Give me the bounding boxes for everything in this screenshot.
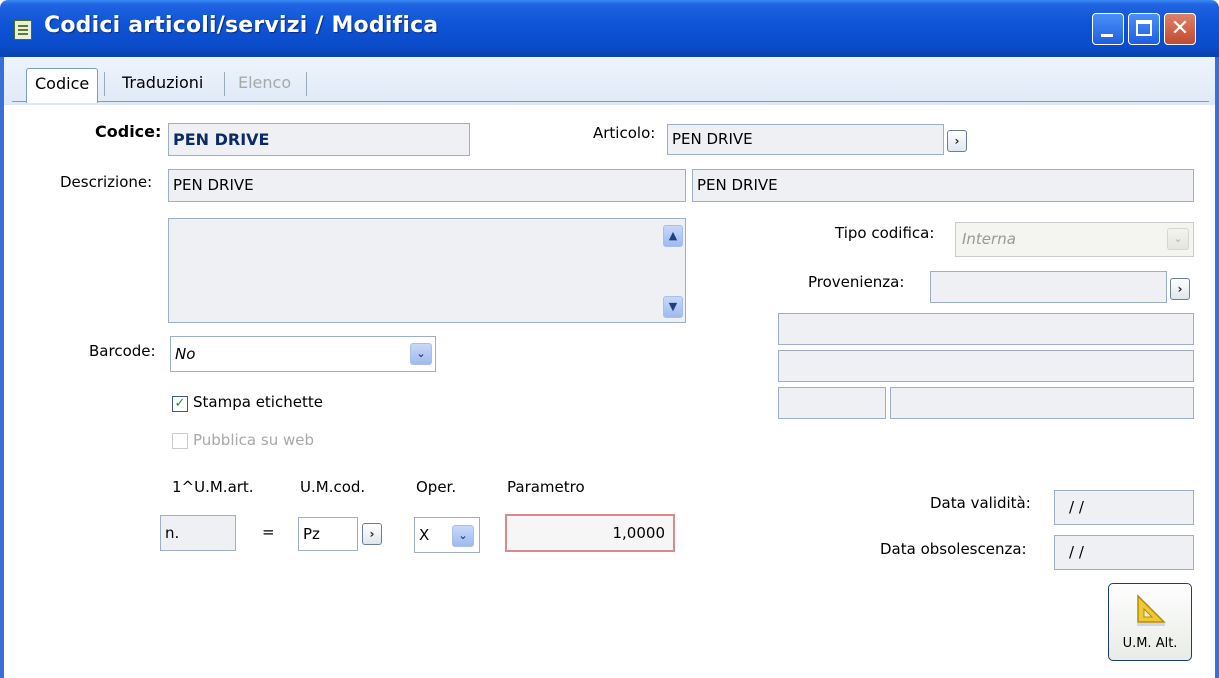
window-title: Codici articoli/servizi / Modifica	[44, 13, 439, 38]
minimize-button[interactable]	[1092, 13, 1124, 45]
maximize-button[interactable]	[1128, 13, 1160, 45]
stampa-etichette-checkbox[interactable]: ✓	[172, 396, 188, 412]
codice-label: Codice:	[95, 122, 162, 141]
descrizione-field[interactable]: PEN DRIVE	[168, 169, 686, 202]
pubblica-web-checkbox[interactable]	[172, 433, 188, 449]
barcode-dropdown-icon[interactable]: ⌄	[410, 343, 432, 365]
scroll-up-button[interactable]: ▲	[663, 225, 683, 247]
provenienza-field[interactable]	[930, 271, 1167, 303]
chevron-down-icon: ▼	[668, 300, 678, 313]
um-alt-button[interactable]: U.M. Alt.	[1108, 583, 1192, 661]
um-art-field: n.	[160, 515, 236, 551]
equals-sign: =	[262, 523, 275, 541]
um-cod-zoom-button[interactable]: ›	[362, 523, 382, 545]
chevron-right-icon: ›	[1177, 282, 1183, 296]
stampa-etichette-label: Stampa etichette	[193, 393, 323, 411]
provenienza-descrizione-field	[778, 313, 1194, 345]
barcode-select[interactable]: No	[170, 336, 436, 372]
codice-field[interactable]: PEN DRIVE	[168, 123, 470, 156]
parametro-header: Parametro	[507, 478, 585, 496]
maximize-icon	[1136, 20, 1152, 36]
oper-dropdown-icon[interactable]: ⌄	[452, 525, 474, 547]
chevron-right-icon: ›	[369, 527, 375, 541]
descrizione-articolo-field: PEN DRIVE	[692, 169, 1194, 202]
provenienza-label: Provenienza:	[808, 273, 905, 291]
tab-separator	[224, 72, 225, 96]
um-cod-header: U.M.cod.	[300, 478, 366, 496]
data-obsolescenza-field[interactable]: / /	[1054, 535, 1194, 570]
data-obsolescenza-label: Data obsolescenza:	[880, 540, 1027, 558]
pubblica-web-label: Pubblica su web	[193, 431, 314, 449]
close-button[interactable]: ✕	[1164, 13, 1196, 45]
provenienza-extra-field	[890, 387, 1194, 419]
provenienza-codice-field	[778, 387, 886, 419]
data-validita-label: Data validità:	[930, 494, 1031, 512]
descrizione-label: Descrizione:	[60, 173, 153, 191]
tab-separator	[104, 72, 105, 96]
articolo-field[interactable]: PEN DRIVE	[667, 124, 944, 155]
chevron-right-icon: ›	[954, 134, 960, 148]
um-alt-button-label: U.M. Alt.	[1122, 636, 1178, 651]
articolo-zoom-button[interactable]: ›	[947, 130, 967, 152]
chevron-up-icon: ▲	[668, 229, 678, 242]
tipo-codifica-label: Tipo codifica:	[835, 224, 935, 242]
tab-separator	[306, 72, 307, 96]
close-icon: ✕	[1170, 16, 1190, 41]
um-art-header: 1^U.M.art.	[172, 478, 254, 496]
provenienza-info-field	[778, 350, 1194, 382]
set-square-icon	[1137, 594, 1166, 626]
tipo-codifica-dropdown-icon[interactable]: ⌄	[1167, 228, 1189, 250]
oper-header: Oper.	[416, 478, 457, 496]
parametro-field[interactable]: 1,0000	[505, 514, 675, 552]
minimize-icon	[1101, 34, 1113, 37]
data-validita-field[interactable]: / /	[1054, 490, 1194, 525]
tab-elenco[interactable]: Elenco	[230, 68, 299, 102]
barcode-label: Barcode:	[89, 342, 156, 360]
provenienza-zoom-button[interactable]: ›	[1170, 278, 1190, 300]
scroll-down-button[interactable]: ▼	[663, 296, 683, 318]
articolo-label: Articolo:	[593, 124, 656, 142]
tab-codice[interactable]: Codice	[26, 68, 99, 103]
descrizione-aggiuntiva-memo[interactable]: ▲ ▼	[168, 218, 686, 323]
um-cod-field[interactable]: Pz	[298, 517, 358, 551]
tab-traduzioni[interactable]: Traduzioni	[114, 68, 211, 102]
tipo-codifica-select[interactable]: Interna	[955, 222, 1194, 257]
form-icon	[14, 20, 32, 40]
